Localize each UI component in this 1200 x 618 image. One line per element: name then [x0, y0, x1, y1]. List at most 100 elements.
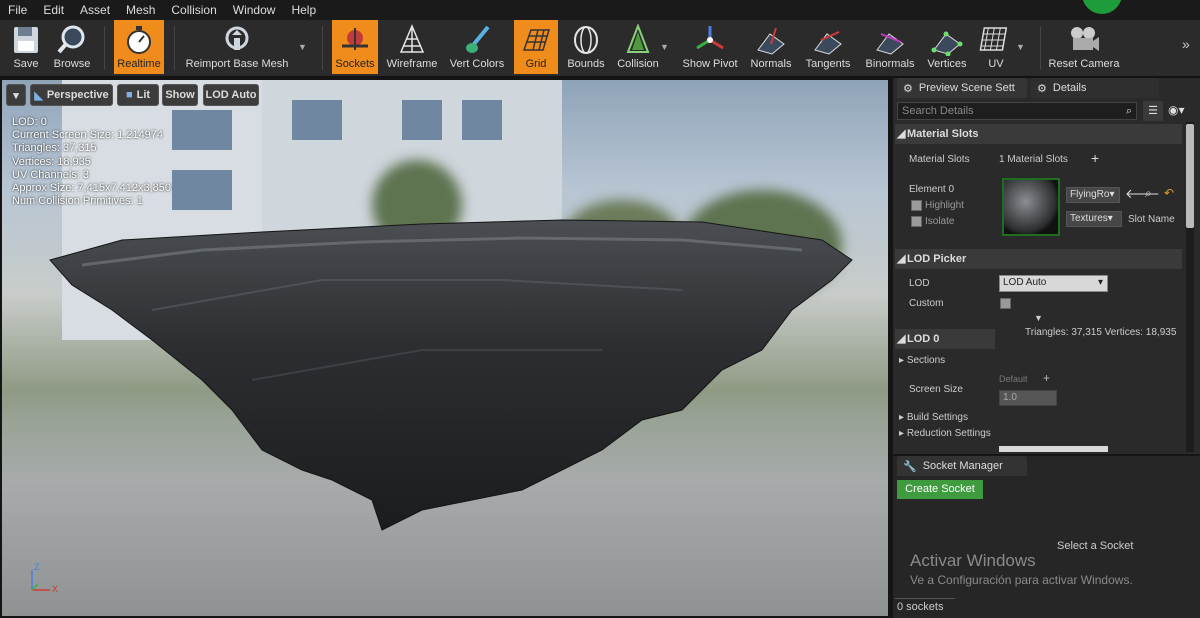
add-icon[interactable]: + — [1043, 371, 1050, 385]
chevron-down-icon: ▾ — [1109, 189, 1115, 200]
save-button[interactable]: Save — [4, 20, 48, 74]
axis-gizmo: Z X — [24, 562, 64, 604]
menu-help[interactable]: Help — [283, 0, 324, 20]
custom-checkbox[interactable] — [1000, 298, 1011, 309]
wireframe-button[interactable]: Wireframe — [384, 20, 440, 74]
expand-arrow-icon: ▸ — [899, 412, 907, 423]
collision-icon — [626, 24, 650, 53]
menu-collision[interactable]: Collision — [163, 0, 224, 20]
tab-details[interactable]: ⚙ Details — [1031, 78, 1159, 98]
sockets-icon — [342, 28, 368, 50]
show-pivot-button[interactable]: Show Pivot — [680, 20, 740, 74]
binormals-button[interactable]: Binormals — [862, 20, 918, 74]
reset-camera-button[interactable]: Reset Camera — [1048, 20, 1120, 74]
normals-button[interactable]: Normals — [746, 20, 796, 74]
screen-size-input[interactable]: 1.0 — [999, 390, 1057, 406]
reduction-settings-row[interactable]: ▸ Reduction Settings — [899, 428, 991, 439]
isolate-label: Isolate — [925, 216, 955, 227]
expand-arrow-icon[interactable]: ▼ — [1034, 313, 1043, 323]
menu-bar: File Edit Asset Mesh Collision Window He… — [0, 0, 1200, 20]
chevron-down-icon: ▾ — [1097, 277, 1103, 288]
eye-icon: ◉▾ — [1168, 103, 1185, 117]
category-lod-picker[interactable]: ◢ LOD Picker — [895, 249, 1182, 269]
lit-button[interactable]: ■ Lit — [117, 84, 159, 106]
material-slots-label: Material Slots — [909, 154, 970, 165]
browse-magnifier-icon[interactable]: ⌕ — [1145, 186, 1152, 201]
partial-dropdown[interactable] — [999, 446, 1108, 452]
default-label: Default — [999, 374, 1028, 384]
category-lod-0[interactable]: ◢ LOD 0 — [895, 329, 995, 349]
isolate-checkbox[interactable] — [911, 216, 922, 227]
lod-auto-button[interactable]: LOD Auto — [203, 84, 259, 106]
tab-socket-manager[interactable]: 🔧 Socket Manager — [897, 456, 1027, 476]
bounds-button[interactable]: Bounds — [564, 20, 608, 74]
select-socket-text: Select a Socket — [1057, 540, 1134, 552]
reimport-dropdown-arrow[interactable]: ▼ — [298, 42, 307, 52]
visibility-toggle[interactable]: ◉▾ — [1168, 103, 1185, 117]
toolbar: Save Browse Realtime Reimport Base Mesh … — [0, 20, 1200, 77]
show-button[interactable]: Show — [162, 84, 198, 106]
reimport-base-mesh-button[interactable]: Reimport Base Mesh — [184, 20, 290, 74]
create-socket-button[interactable]: Create Socket — [897, 480, 983, 499]
wireframe-icon — [399, 24, 425, 53]
windows-activation-text: Ve a Configuración para activar Windows. — [910, 573, 1133, 587]
grid-button[interactable]: Grid — [514, 20, 558, 74]
stat-line: Current Screen Size: 1.214974 — [12, 129, 164, 142]
lod-label: LOD — [909, 278, 930, 289]
material-thumbnail[interactable] — [1002, 178, 1060, 236]
toolbar-overflow-icon[interactable]: » — [1182, 36, 1190, 52]
collision-button[interactable]: Collision — [614, 20, 662, 74]
details-scrollbar-thumb[interactable] — [1186, 124, 1194, 228]
chevron-down-icon: ▾ — [13, 89, 19, 102]
pivot-icon — [696, 26, 724, 50]
realtime-button[interactable]: Realtime — [114, 20, 164, 74]
search-details-input[interactable]: Search Details ⌕ — [897, 102, 1137, 120]
reset-arrow-icon[interactable]: ↶ — [1164, 186, 1174, 200]
category-material-slots[interactable]: ◢ Material Slots — [895, 124, 1182, 144]
add-icon[interactable]: + — [1091, 150, 1099, 166]
sections-row[interactable]: ▸ Sections — [899, 355, 945, 366]
material-dropdown[interactable]: FlyingRo▾ — [1066, 187, 1120, 203]
socket-count: 0 sockets — [897, 601, 944, 613]
element-0-label: Element 0 — [909, 184, 955, 195]
vertices-button[interactable]: Vertices — [924, 20, 970, 74]
uv-dropdown-arrow[interactable]: ▼ — [1016, 42, 1025, 52]
browse-button[interactable]: Browse — [50, 20, 94, 74]
view-options-button[interactable]: ☰ — [1143, 101, 1163, 121]
viewport-options-button[interactable]: ▾ — [6, 84, 26, 106]
reimport-icon — [225, 26, 249, 50]
mesh-stats-overlay: LOD: 0 Current Screen Size: 1.214974 Tri… — [12, 116, 171, 208]
tab-preview-scene-settings[interactable]: ⚙ Preview Scene Sett — [897, 78, 1027, 98]
menu-mesh[interactable]: Mesh — [118, 0, 163, 20]
sockets-button[interactable]: Sockets — [332, 20, 378, 74]
separator — [322, 26, 323, 70]
vert-colors-button[interactable]: Vert Colors — [448, 20, 506, 74]
tangents-button[interactable]: Tangents — [802, 20, 854, 74]
lod-dropdown[interactable]: LOD Auto ▾ — [999, 275, 1108, 292]
lit-cube-icon: ■ — [125, 89, 133, 101]
build-settings-row[interactable]: ▸ Build Settings — [899, 412, 968, 423]
uv-button[interactable]: UV — [976, 20, 1016, 74]
screen-size-label: Screen Size — [909, 384, 963, 395]
menu-asset[interactable]: Asset — [72, 0, 118, 20]
normals-icon — [757, 27, 785, 55]
mesh-viewport[interactable]: ▾ ◣ Perspective ■ Lit Show LOD Auto LOD:… — [2, 80, 888, 616]
stat-line: Approx Size: 7,415x7,412x3,850 — [12, 182, 172, 195]
perspective-button[interactable]: ◣ Perspective — [30, 84, 113, 106]
vertices-icon — [931, 31, 963, 56]
axis-z-label: Z — [34, 562, 40, 572]
tangents-icon — [814, 31, 842, 55]
textures-dropdown[interactable]: Textures▾ — [1066, 211, 1122, 227]
separator — [104, 26, 105, 70]
windows-activation-title: Activar Windows — [910, 551, 1036, 570]
use-selected-arrow-icon[interactable]: 🡐 — [1125, 186, 1160, 202]
menu-edit[interactable]: Edit — [35, 0, 72, 20]
menu-window[interactable]: Window — [225, 0, 284, 20]
collapse-arrow-icon: ◢ — [897, 333, 906, 345]
menu-file[interactable]: File — [0, 0, 35, 20]
source-control-icon[interactable] — [1082, 0, 1122, 14]
collision-dropdown-arrow[interactable]: ▼ — [660, 42, 669, 52]
material-slots-count: 1 Material Slots — [999, 154, 1068, 165]
details-icon: ⚙ — [1037, 82, 1047, 95]
highlight-checkbox[interactable] — [911, 200, 922, 211]
